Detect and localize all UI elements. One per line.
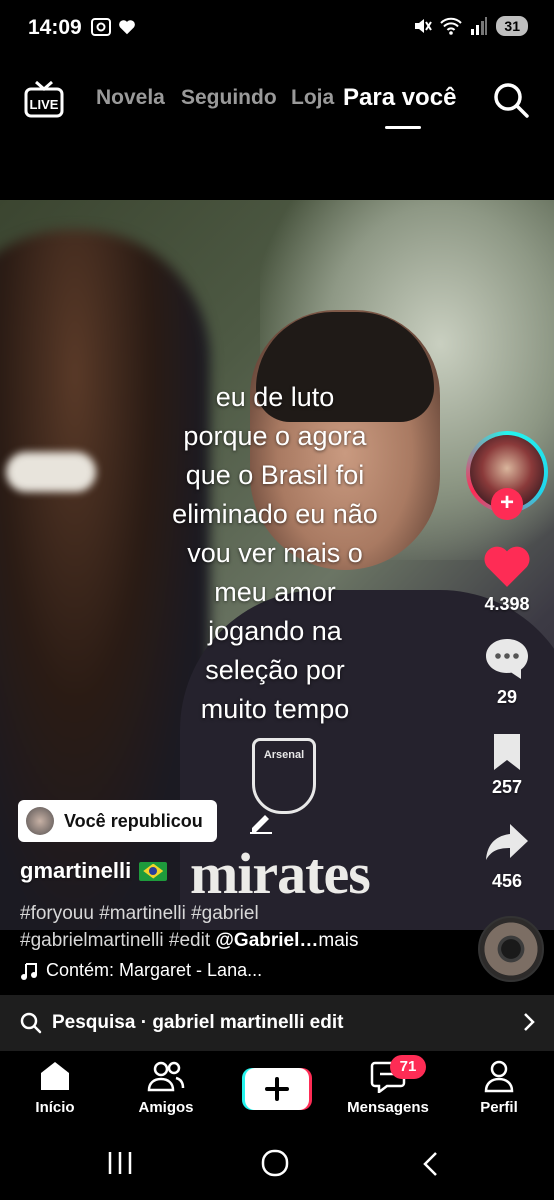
crest-text: Arsenal [263, 749, 305, 761]
share-arrow-icon[interactable] [484, 820, 530, 866]
follow-button[interactable]: + [491, 488, 523, 520]
caption-line: meu amor [214, 577, 336, 607]
nav-mensagens[interactable]: Mensagens [333, 1059, 443, 1116]
nav-inicio-label: Início [35, 1099, 75, 1116]
chevron-right-icon [524, 1013, 535, 1031]
nav-amigos[interactable]: Amigos [111, 1059, 221, 1116]
tab-loja[interactable]: Loja [291, 86, 334, 110]
home-icon [41, 1062, 69, 1090]
music-disc[interactable] [478, 916, 544, 982]
save-action[interactable]: 257 [462, 730, 552, 798]
comment-count: 29 [496, 687, 518, 707]
share-count: 456 [491, 871, 523, 891]
heart-icon[interactable] [482, 543, 532, 589]
description-hashtags: #gabrielmartinelli #edit [20, 930, 216, 951]
like-count: 4.398 [484, 594, 530, 614]
music-note-icon [21, 962, 37, 980]
caption-line: vou ver mais o [187, 538, 363, 568]
mute-icon [415, 19, 433, 33]
nav-mensagens-label: Mensagens [347, 1099, 429, 1116]
arsenal-crest: Arsenal [252, 738, 316, 814]
wifi-icon [440, 17, 463, 35]
caption-line: jogando na [208, 616, 342, 646]
save-count: 257 [491, 777, 523, 797]
caption-line: porque o agora [183, 421, 367, 451]
caption-line: eliminado eu não [172, 499, 378, 529]
status-bar: 14:09 31 [0, 0, 554, 58]
status-time: 14:09 [28, 16, 82, 39]
caption-line: muito tempo [200, 694, 350, 724]
bookmark-icon[interactable] [487, 730, 527, 772]
video-blurred-smile [6, 452, 96, 492]
status-left-icons [90, 17, 136, 37]
shirt-sponsor-text: mirates [190, 841, 371, 906]
brazil-flag-icon [139, 861, 168, 881]
live-icon[interactable]: LIVE [24, 79, 64, 119]
signal-icon [471, 17, 488, 35]
heart-status-icon [119, 20, 135, 35]
recent-apps-icon[interactable] [106, 1150, 134, 1176]
description-line-1: #foryouu #martinelli #gabriel [20, 903, 259, 924]
search-icon[interactable] [491, 80, 531, 120]
messages-badge: 71 [390, 1055, 426, 1079]
post-username-row[interactable]: gmartinelli [20, 858, 168, 884]
tab-para-voce[interactable]: Para você [343, 84, 456, 112]
battery-indicator: 31 [496, 16, 528, 36]
description-mention[interactable]: @Gabriel… [215, 930, 318, 951]
comment-action[interactable]: 29 [462, 636, 552, 708]
caption-line: que o Brasil foi [185, 460, 365, 490]
top-navigation: LIVE Novela Seguindo Loja Para você [0, 70, 554, 140]
profile-icon [484, 1060, 514, 1093]
nav-perfil-label: Perfil [480, 1099, 518, 1116]
status-right-icons: 31 [412, 16, 528, 36]
description-line-2: #gabrielmartinelli #edit @Gabriel…mais [20, 927, 460, 954]
like-action[interactable]: 4.398 [462, 543, 552, 615]
repost-label: Você republicou [64, 810, 203, 831]
post-description[interactable]: #foryouu #martinelli #gabriel #gabrielma… [20, 900, 460, 954]
post-username[interactable]: gmartinelli [20, 858, 131, 884]
home-button-icon[interactable] [260, 1149, 290, 1177]
music-title: Contém: Margaret - Lana... [46, 960, 263, 980]
nav-amigos-label: Amigos [138, 1099, 194, 1116]
comment-icon[interactable] [483, 636, 531, 682]
friends-icon [147, 1061, 185, 1092]
create-post-button[interactable] [242, 1068, 312, 1110]
tab-novela[interactable]: Novela [96, 86, 165, 110]
reposter-avatar [26, 807, 54, 835]
repost-indicator[interactable]: Você republicou [18, 800, 217, 842]
caption-line: eu de luto [215, 382, 335, 412]
system-navigation-bar [0, 1130, 554, 1200]
music-info[interactable]: Contém: Margaret - Lana... [20, 960, 262, 981]
screenshot-icon [91, 18, 111, 36]
back-button-icon[interactable] [420, 1150, 440, 1178]
share-action[interactable]: 456 [462, 820, 552, 892]
tab-seguindo[interactable]: Seguindo [181, 86, 277, 110]
search-small-icon [20, 1012, 42, 1034]
search-suggestion-bar[interactable]: Pesquisa · gabriel martinelli edit [0, 995, 554, 1051]
active-tab-indicator [385, 126, 421, 129]
live-label: LIVE [30, 97, 59, 112]
nav-perfil[interactable]: Perfil [444, 1059, 554, 1116]
more-link[interactable]: mais [318, 930, 358, 951]
nav-inicio[interactable]: Início [0, 1059, 110, 1116]
video-caption: eu de luto porque o agora que o Brasil f… [120, 378, 430, 729]
caption-line: seleção por [205, 655, 345, 685]
search-suggestion-label: Pesquisa · gabriel martinelli edit [52, 1012, 344, 1033]
pen-icon[interactable] [248, 812, 274, 834]
